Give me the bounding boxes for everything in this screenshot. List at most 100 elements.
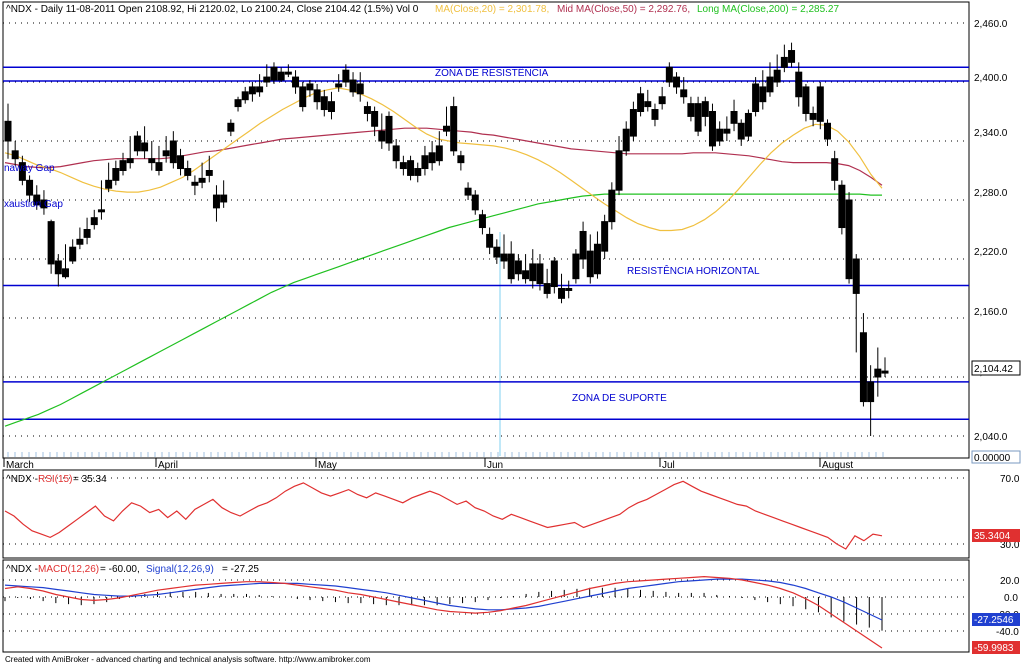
- candle-body: [126, 158, 134, 164]
- annotation-runaway-gap: naway Gap: [4, 163, 55, 174]
- candle-body: [637, 93, 645, 113]
- candle-body: [11, 150, 19, 160]
- candle-body: [543, 283, 551, 294]
- candle-body: [349, 79, 357, 93]
- candle-body: [277, 71, 285, 81]
- candle-body: [47, 221, 55, 265]
- candle-body: [148, 158, 156, 164]
- candle-body: [579, 230, 587, 260]
- macd-tick: -40.0: [996, 627, 1019, 638]
- candle-body: [780, 56, 788, 68]
- candle-body: [371, 111, 379, 127]
- candle-body: [759, 86, 767, 103]
- header-ma50: Mid MA(Close,50) = 2,292.76,: [557, 4, 690, 15]
- candle-body: [69, 246, 77, 262]
- macd-signal-label: -27.2546: [974, 615, 1014, 626]
- candle-body: [292, 76, 300, 88]
- candle-body: [536, 263, 544, 285]
- candle-body: [809, 112, 817, 120]
- candle-body: [90, 217, 98, 226]
- macd-last-label: -59.9983: [974, 643, 1014, 654]
- candle-body: [198, 177, 206, 183]
- candle-body: [665, 66, 673, 83]
- candle-body: [622, 128, 630, 152]
- candle-body: [629, 109, 637, 137]
- candle-body: [270, 66, 278, 81]
- candle-body: [313, 89, 321, 103]
- rsi-title-prefix: ^NDX -: [6, 474, 38, 485]
- candle-body: [471, 194, 479, 211]
- price-tick: 2,340.0: [974, 128, 1008, 139]
- price-tick: 2,040.0: [974, 432, 1008, 443]
- candle-body: [234, 99, 242, 108]
- candle-body: [615, 150, 623, 191]
- candle-body: [378, 130, 386, 142]
- candle-body: [572, 253, 580, 280]
- candle-body: [608, 189, 616, 223]
- volume-label: 0.00000: [974, 453, 1011, 464]
- macd-tick: 0.0: [1004, 593, 1018, 604]
- candle-body: [586, 250, 594, 278]
- candle-body: [766, 76, 774, 93]
- annotation-resistance-zone: ZONA DE RESISTÊNCIA: [435, 66, 549, 79]
- candle-body: [4, 120, 12, 142]
- candle-body: [507, 253, 515, 280]
- candle-body: [450, 106, 458, 152]
- month-label: April: [158, 460, 178, 471]
- candle-body: [874, 368, 882, 378]
- candle-body: [141, 142, 149, 152]
- candle-body: [852, 258, 860, 294]
- footer-credit: Created with AmiBroker - advanced charti…: [5, 655, 371, 664]
- candle-body: [737, 122, 745, 140]
- macd-title-mid: = -60.00,: [100, 564, 140, 575]
- candle-body: [76, 238, 84, 245]
- candle-body: [522, 270, 530, 280]
- candle-body: [428, 152, 436, 164]
- candle-body: [97, 209, 105, 213]
- candle-body: [752, 83, 760, 112]
- rsi-title-series: RSI(15): [38, 474, 72, 485]
- rsi-title-value: = 35.34: [73, 474, 107, 485]
- month-label: March: [6, 460, 34, 471]
- candle-body: [26, 179, 34, 196]
- candle-body: [177, 155, 185, 170]
- rsi-tick: 70.0: [1000, 474, 1020, 485]
- price-tick: 2,280.0: [974, 188, 1008, 199]
- candle-body: [708, 111, 716, 147]
- candle-body: [651, 109, 659, 120]
- candle-body: [816, 86, 824, 122]
- candle-body: [212, 194, 220, 209]
- candle-body: [227, 122, 235, 132]
- candle-body: [529, 263, 537, 282]
- candle-body: [184, 168, 192, 176]
- candle-body: [133, 135, 141, 152]
- candle-body: [687, 103, 695, 117]
- candle-body: [112, 168, 120, 181]
- candle-body: [680, 89, 688, 98]
- candle-body: [478, 214, 486, 229]
- candle-body: [500, 253, 508, 262]
- candle-body: [414, 168, 422, 176]
- candle-body: [392, 145, 400, 162]
- candle-body: [155, 162, 163, 171]
- candle-body: [802, 86, 810, 114]
- last-price-label: 2,104.42: [974, 364, 1013, 375]
- month-label: August: [822, 460, 853, 471]
- annotation-support-zone: ZONA DE SUPORTE: [572, 393, 667, 404]
- candle-body: [399, 162, 407, 170]
- candle-body: [493, 246, 501, 258]
- candle-body: [407, 160, 415, 176]
- price-tick: 2,220.0: [974, 247, 1008, 258]
- candle-body: [220, 194, 228, 203]
- candle-body: [723, 128, 731, 134]
- candle-body: [421, 155, 429, 170]
- candle-body: [838, 184, 846, 229]
- candle-body: [335, 83, 343, 88]
- candle-body: [773, 69, 781, 83]
- macd-tick: 20.0: [1000, 576, 1020, 587]
- candle-body: [881, 370, 889, 374]
- candle-body: [514, 260, 522, 275]
- candle-body: [716, 128, 724, 142]
- axis-area: [970, 2, 1022, 652]
- candle-body: [550, 260, 558, 288]
